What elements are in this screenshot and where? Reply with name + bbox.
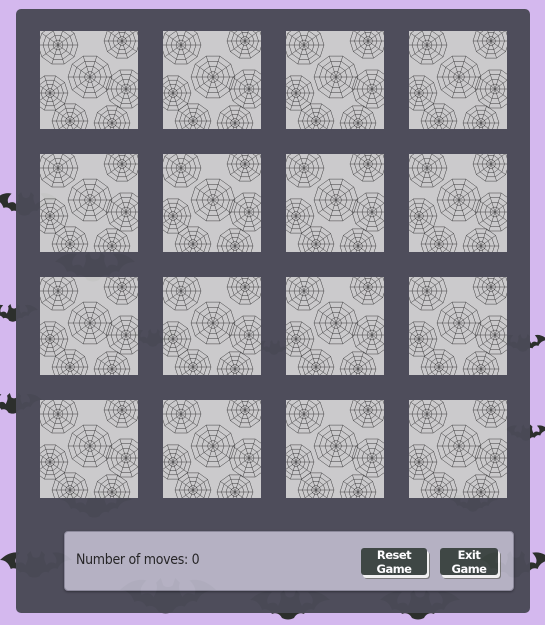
moves-value: 0 — [191, 552, 200, 568]
game-board: Number of moves: 0 Reset Game Exit Game — [16, 9, 530, 613]
memory-card[interactable] — [409, 400, 507, 498]
memory-card[interactable] — [286, 400, 384, 498]
spider-web-icon — [163, 277, 261, 375]
memory-card[interactable] — [40, 400, 138, 498]
spider-web-icon — [409, 277, 507, 375]
memory-card[interactable] — [163, 277, 261, 375]
memory-card[interactable] — [286, 31, 384, 129]
exit-game-button[interactable]: Exit Game — [440, 548, 498, 576]
spider-web-icon — [163, 31, 261, 129]
spider-web-icon — [163, 154, 261, 252]
memory-card[interactable] — [163, 31, 261, 129]
memory-card[interactable] — [40, 154, 138, 252]
memory-card[interactable] — [409, 277, 507, 375]
spider-web-icon — [286, 31, 384, 129]
memory-card[interactable] — [286, 277, 384, 375]
memory-card[interactable] — [163, 154, 261, 252]
spider-web-icon — [409, 154, 507, 252]
spider-web-icon — [40, 31, 138, 129]
spider-web-icon — [286, 277, 384, 375]
memory-card[interactable] — [286, 154, 384, 252]
moves-label: Number of moves: — [76, 552, 188, 568]
memory-card[interactable] — [40, 31, 138, 129]
memory-card[interactable] — [409, 154, 507, 252]
spider-web-icon — [40, 154, 138, 252]
reset-game-button[interactable]: Reset Game — [361, 548, 427, 576]
memory-card[interactable] — [163, 400, 261, 498]
spider-web-icon — [286, 154, 384, 252]
spider-web-icon — [286, 400, 384, 498]
score-panel: Number of moves: 0 Reset Game Exit Game — [64, 531, 514, 591]
spider-web-icon — [409, 31, 507, 129]
spider-web-icon — [40, 400, 138, 498]
spider-web-icon — [40, 277, 138, 375]
moves-counter: Number of moves: 0 — [76, 552, 200, 568]
spider-web-icon — [409, 400, 507, 498]
spider-web-icon — [163, 400, 261, 498]
memory-card[interactable] — [40, 277, 138, 375]
memory-card[interactable] — [409, 31, 507, 129]
